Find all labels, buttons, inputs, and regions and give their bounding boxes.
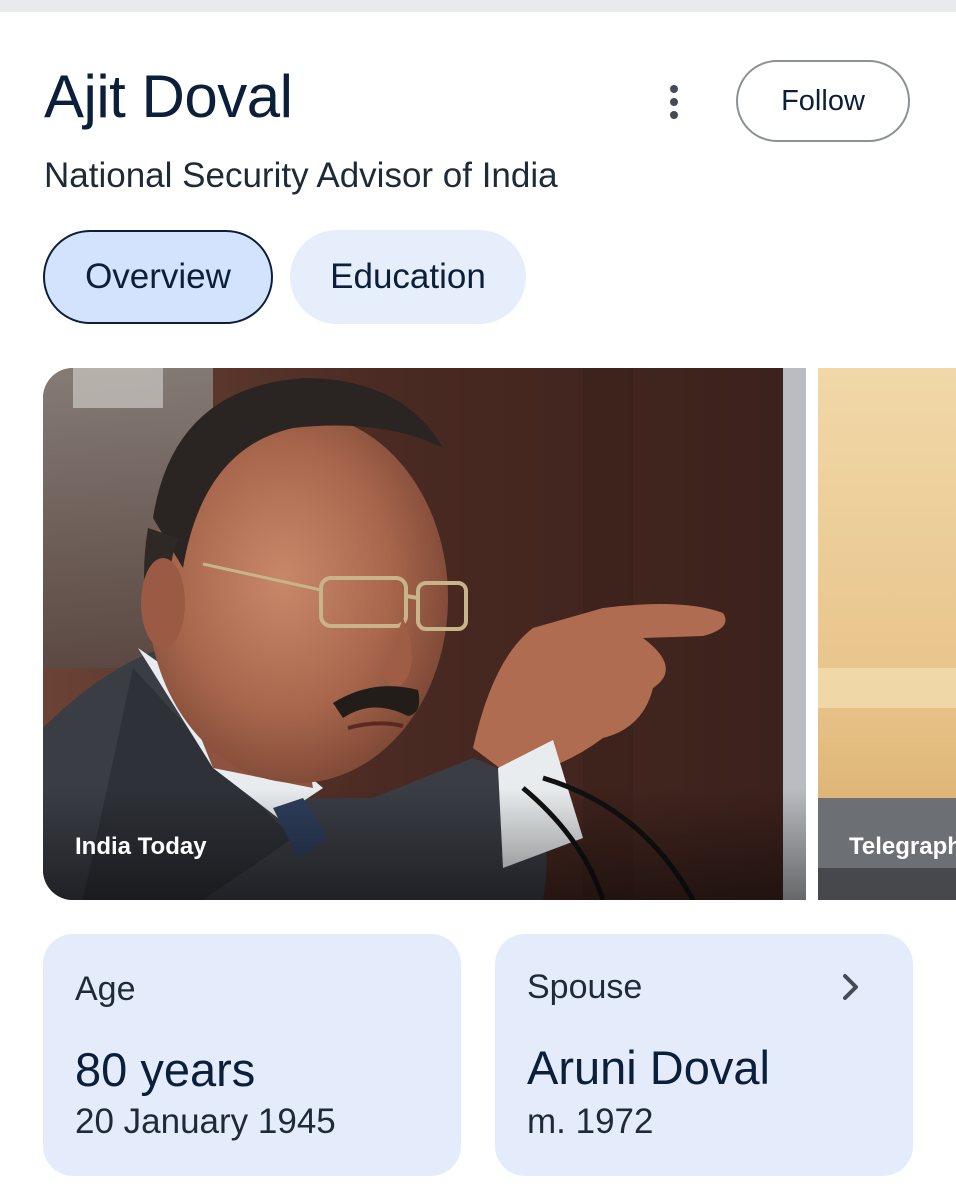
portrait-image xyxy=(43,368,806,900)
entity-title: Ajit Doval xyxy=(44,63,293,130)
spouse-label: Spouse xyxy=(527,968,643,1006)
marriage-year: m. 1972 xyxy=(527,1102,654,1141)
more-vert-icon xyxy=(670,85,678,119)
follow-button[interactable]: Follow xyxy=(736,60,910,142)
more-options-button[interactable] xyxy=(650,78,698,126)
secondary-image xyxy=(818,368,956,900)
birth-date: 20 January 1945 xyxy=(75,1102,336,1141)
fact-card-spouse[interactable]: Spouse Aruni Doval m. 1972 xyxy=(495,934,913,1176)
tab-education[interactable]: Education xyxy=(290,230,526,324)
entity-photo-secondary[interactable] xyxy=(818,368,956,900)
chevron-right-icon[interactable] xyxy=(833,970,867,1004)
knowledge-panel: Ajit Doval Follow National Security Advi… xyxy=(0,0,956,1200)
entity-subtitle: National Security Advisor of India xyxy=(44,156,558,195)
image-source-caption: India Today xyxy=(75,833,207,860)
top-divider xyxy=(0,0,956,12)
tab-education-label: Education xyxy=(330,257,486,296)
entity-photo[interactable] xyxy=(43,368,806,900)
tab-overview[interactable]: Overview xyxy=(43,230,273,324)
fact-card-age: Age 80 years 20 January 1945 xyxy=(43,934,461,1176)
image-source-caption-secondary: Telegraph xyxy=(849,833,956,860)
age-value: 80 years xyxy=(75,1043,256,1096)
age-label: Age xyxy=(75,970,136,1008)
spouse-name: Aruni Doval xyxy=(527,1041,770,1094)
tab-overview-label: Overview xyxy=(85,257,231,296)
